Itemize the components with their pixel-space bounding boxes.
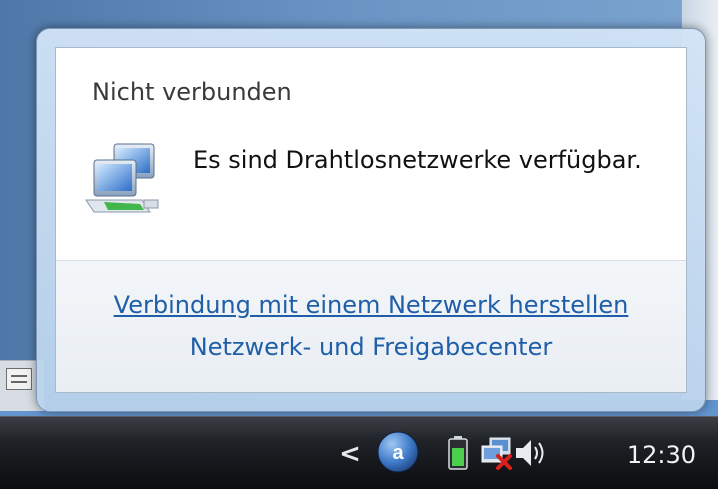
taskbar: < a 12:30 [0,416,718,489]
balloon-content: Nicht verbunden Es sind Drahtlosnetzwerk… [55,47,687,393]
document-icon[interactable] [6,368,32,390]
clock[interactable]: 12:30 [627,441,696,469]
battery-icon[interactable] [448,436,468,470]
connect-to-network-link[interactable]: Verbindung mit einem Netzwerk herstellen [56,291,686,319]
balloon-header-area: Nicht verbunden Es sind Drahtlosnetzwerk… [56,48,686,260]
network-computers-icon [85,143,159,213]
balloon-links-area: Verbindung mit einem Netzwerk herstellen… [56,260,686,392]
network-notification-balloon: Nicht verbunden Es sind Drahtlosnetzwerk… [36,28,706,412]
volume-icon[interactable] [514,437,548,469]
network-sharing-center-link[interactable]: Netzwerk- und Freigabecenter [56,333,686,361]
notification-title: Nicht verbunden [92,78,292,106]
network-disconnected-icon[interactable] [480,436,514,470]
desktop: Nicht verbunden Es sind Drahtlosnetzwerk… [0,0,718,489]
notification-message: Es sind Drahtlosnetzwerke verfügbar. [193,146,642,174]
app-icon-letter: a [392,442,404,464]
show-hidden-icons-button[interactable]: < [338,439,362,469]
notification-area: < a 12:30 [338,417,718,489]
app-tray-icon[interactable]: a [376,430,420,474]
